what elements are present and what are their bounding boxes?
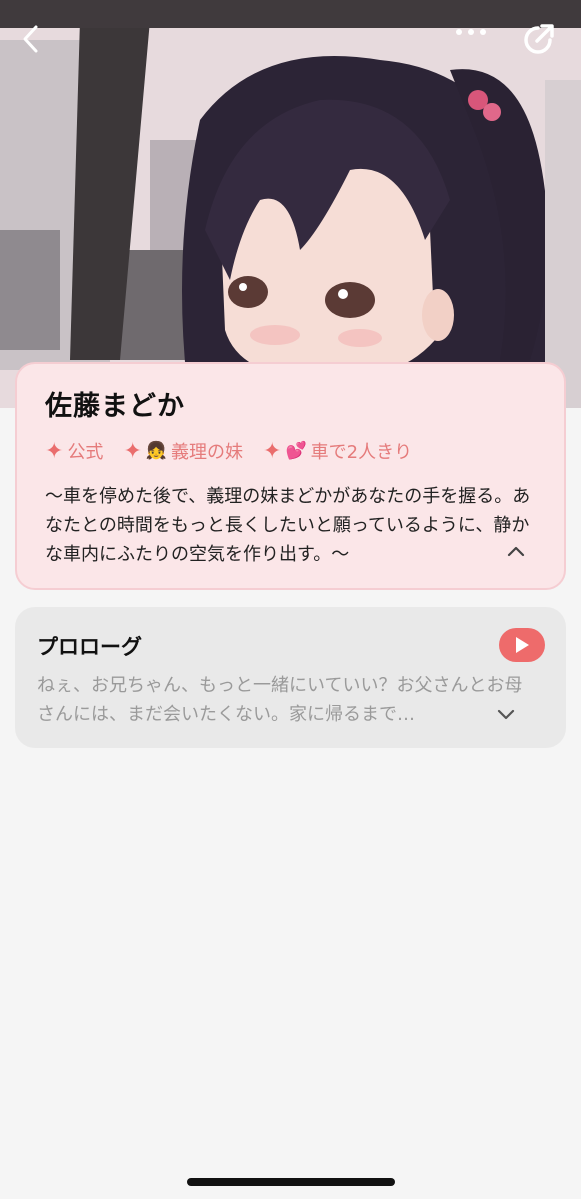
share-button[interactable]: [520, 22, 564, 66]
tag-label: 公式: [67, 442, 104, 463]
sparkle-icon: ✦: [123, 438, 142, 464]
sparkle-icon: ✦: [263, 438, 282, 464]
tag-car-alone[interactable]: ✦ 💕 車で2人きり: [263, 438, 412, 464]
collapse-description-button[interactable]: [505, 540, 527, 562]
chevron-up-icon: [507, 546, 525, 557]
tag-list: ✦ 公式 ✦ 👧 義理の妹 ✦ 💕 車で2人きり: [45, 438, 432, 464]
tag-official[interactable]: ✦ 公式: [45, 438, 103, 464]
tag-stepsister[interactable]: ✦ 👧 義理の妹: [123, 438, 243, 464]
character-detail-screen: 佐藤まどか ✦ 公式 ✦ 👧 義理の妹 ✦ 💕 車で2人きり 〜車を停めた後で、…: [0, 0, 581, 1199]
home-indicator: [187, 1178, 395, 1186]
back-button[interactable]: [20, 24, 56, 64]
tag-label: 義理の妹: [171, 442, 244, 463]
sparkle-icon: ✦: [45, 438, 64, 464]
play-icon: [516, 637, 529, 653]
hearts-emoji-icon: 💕: [285, 441, 307, 461]
hero-illustration: [0, 0, 581, 408]
character-illustration: [0, 0, 581, 408]
character-name: 佐藤まどか: [45, 391, 185, 422]
girl-emoji-icon: 👧: [145, 441, 168, 461]
play-button[interactable]: [499, 628, 545, 662]
character-card: 佐藤まどか ✦ 公式 ✦ 👧 義理の妹 ✦ 💕 車で2人きり 〜車を停めた後で、…: [15, 362, 566, 590]
prologue-title: プロローグ: [37, 635, 142, 659]
more-button[interactable]: [455, 28, 497, 58]
prologue-text: ねぇ、お兄ちゃん、もっと一緒にいていい？お父さんとお母さんには、まだ会いたくない…: [37, 675, 523, 725]
character-description: 〜車を停めた後で、義理の妹まどかがあなたの手を握る。あなたとの時間をもっと長くし…: [45, 486, 531, 565]
prologue-card[interactable]: プロローグ ねぇ、お兄ちゃん、もっと一緒にいていい？お父さんとお母さんには、まだ…: [15, 607, 566, 748]
tag-label: 車で2人きり: [310, 442, 413, 463]
more-horizontal-icon: [456, 29, 486, 35]
chevron-left-icon: [23, 25, 38, 53]
share-icon: [524, 24, 554, 54]
expand-prologue-button[interactable]: [495, 703, 517, 725]
chevron-down-icon: [497, 709, 515, 720]
